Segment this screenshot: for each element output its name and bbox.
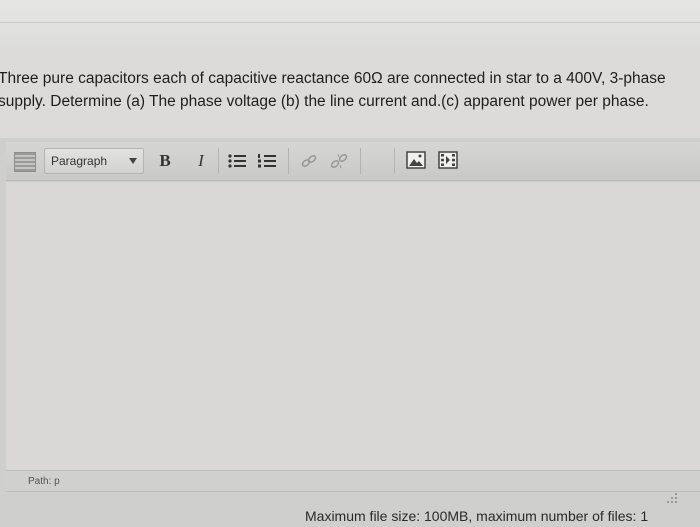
format-select[interactable]: Paragraph [44,148,144,174]
toolbar-separator [218,148,219,174]
bullet-list-icon [228,154,246,168]
chevron-down-icon [129,158,137,164]
numbered-list-button[interactable] [256,151,278,171]
editor-path-bar: Path: p [6,470,700,492]
max-file-info-text: Maximum file size: 100MB, maximum number… [305,508,649,524]
numbered-list-icon [258,154,276,168]
question-line-2: supply. Determine (a) The phase voltage … [0,93,649,110]
link-button[interactable] [298,151,320,171]
editor-toolbar: Paragraph B I [6,142,700,181]
insert-image-button[interactable] [406,150,426,170]
insert-media-button[interactable] [438,150,458,170]
bold-button[interactable]: B [154,148,176,174]
image-icon [406,151,426,169]
divider [0,22,700,23]
toolbar-separator [394,148,395,174]
question-text: Three pure capacitors each of capacitive… [0,50,700,138]
file-limit-info: Maximum file size: 100MB, maximum number… [0,504,700,527]
unlink-button[interactable] [328,151,350,171]
format-select-value: Paragraph [51,154,108,168]
link-icon [301,155,317,167]
media-icon [438,151,458,169]
unlink-icon [330,153,348,169]
resize-grip-icon[interactable] [664,492,678,504]
toolbar-separator [360,148,361,174]
toolbar-separator [288,148,289,174]
question-line-1: Three pure capacitors each of capacitive… [0,70,666,87]
bullet-list-button[interactable] [226,151,248,171]
top-band [0,0,700,50]
italic-button[interactable]: I [190,148,212,174]
editor-content-area[interactable] [6,182,700,470]
path-label: Path: p [28,476,60,487]
toolbar-toggle-icon[interactable] [14,152,36,172]
answer-editor: Paragraph B I Path: p Maximum file size:… [0,138,700,527]
